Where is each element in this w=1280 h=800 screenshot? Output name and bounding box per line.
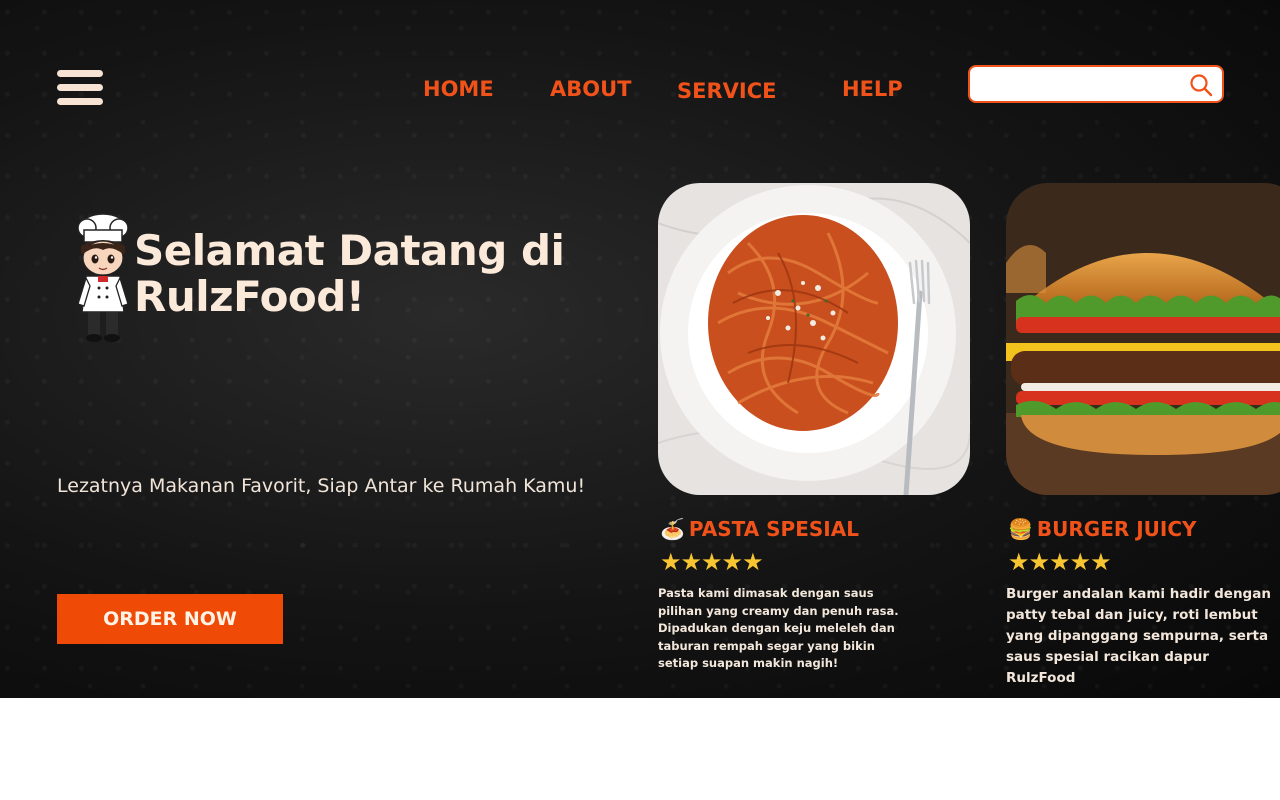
pasta-rating-stars: ★★★★★ <box>660 548 764 576</box>
burger-card-title: 🍔 BURGER JUICY <box>1008 517 1197 541</box>
pasta-title-text: PASTA SPESIAL <box>688 517 859 541</box>
nav-link-help[interactable]: HELP <box>842 77 903 101</box>
order-now-button[interactable]: ORDER NOW <box>57 594 283 644</box>
nav-link-home[interactable]: HOME <box>423 77 494 101</box>
hero-tagline: Lezatnya Makanan Favorit, Siap Antar ke … <box>57 475 586 497</box>
hero-title: Selamat Datang di RulzFood! <box>134 226 565 321</box>
hamburger-menu-icon[interactable] <box>57 70 103 106</box>
burger-title-text: BURGER JUICY <box>1036 517 1197 541</box>
burger-description: Burger andalan kami hadir dengan patty t… <box>1006 586 1271 686</box>
search-input[interactable] <box>980 73 1180 97</box>
hero-section: HOME ABOUT SERVICE HELP Selamat Datang d… <box>0 0 1280 698</box>
chef-mascot-icon <box>77 213 129 342</box>
burger-emoji-icon: 🍔 <box>1008 517 1033 541</box>
pasta-image[interactable] <box>658 183 970 495</box>
search-box <box>968 65 1224 103</box>
nav-link-about[interactable]: ABOUT <box>550 77 632 101</box>
nav-link-service[interactable]: SERVICE <box>677 79 776 103</box>
burger-rating-stars: ★★★★★ <box>1008 548 1112 576</box>
burger-image[interactable] <box>1006 183 1280 495</box>
pasta-emoji-icon: 🍝 <box>660 517 685 541</box>
pasta-description: Pasta kami dimasak dengan saus pilihan y… <box>658 586 899 670</box>
pasta-card-title: 🍝 PASTA SPESIAL <box>660 517 859 541</box>
search-icon[interactable] <box>1189 73 1213 97</box>
